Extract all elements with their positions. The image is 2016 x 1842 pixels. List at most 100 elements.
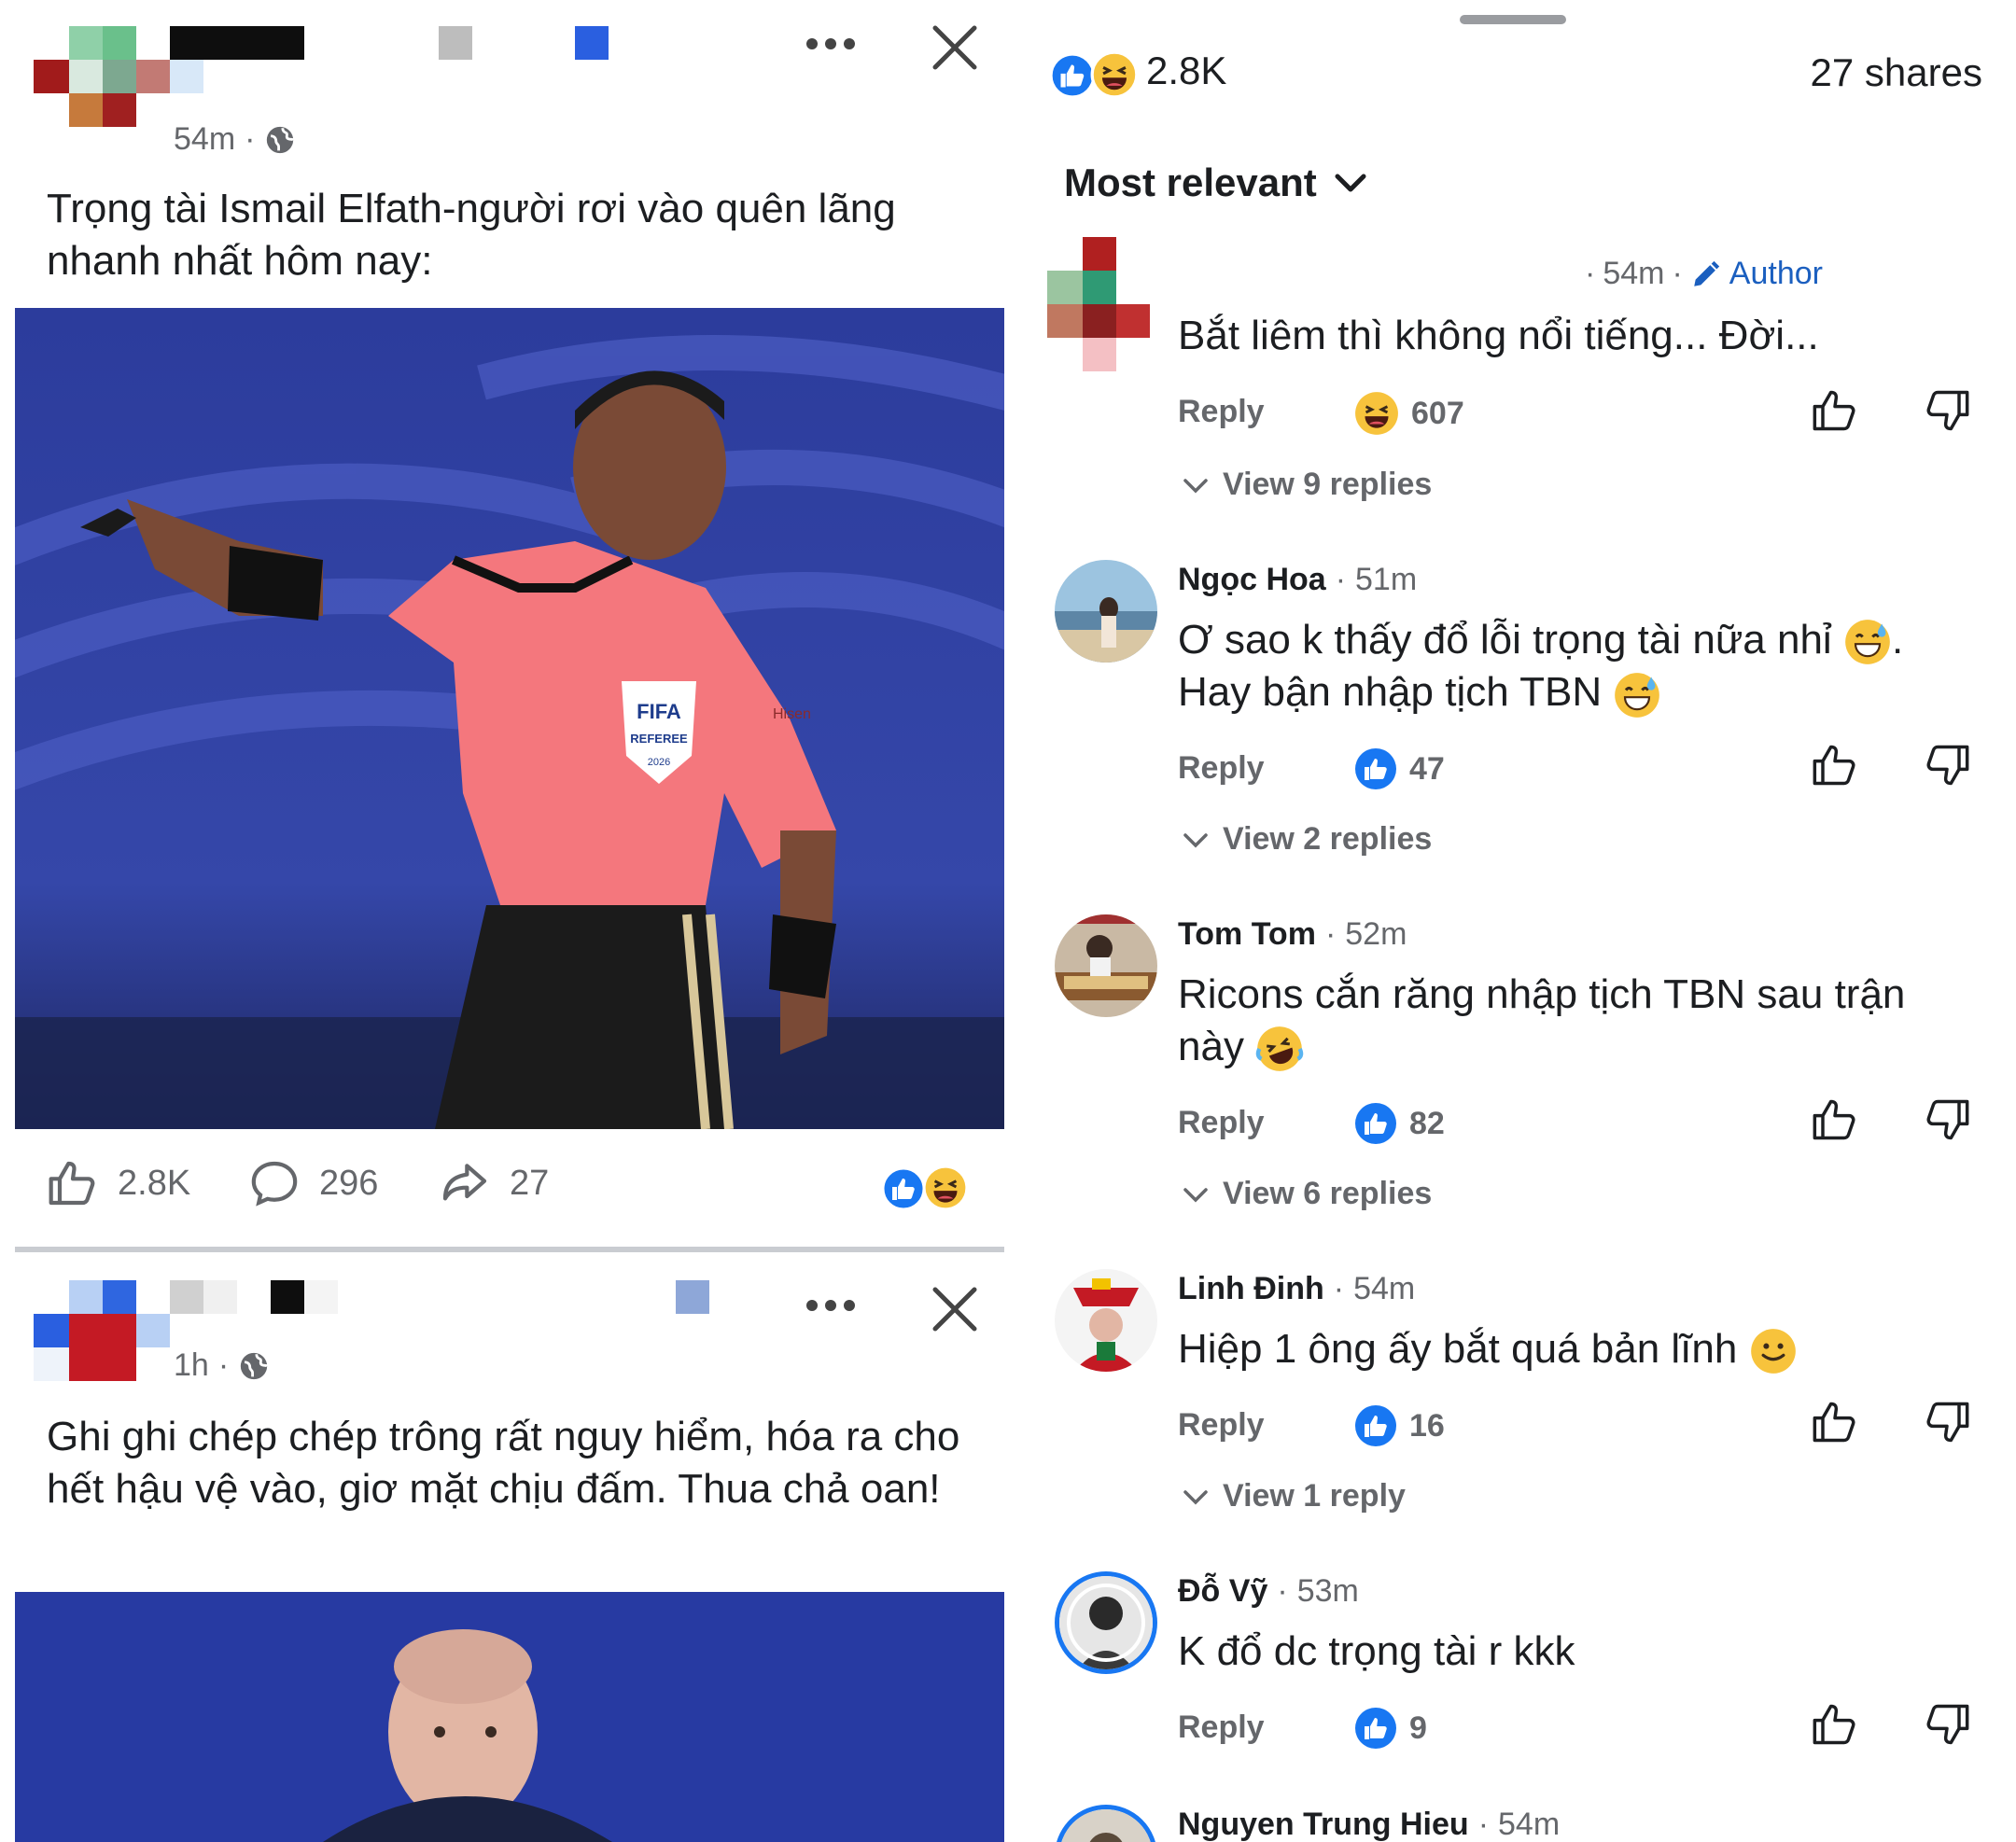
avatar-photo <box>1055 560 1157 663</box>
thumbs-down-icon[interactable] <box>1923 386 1971 435</box>
post1-redacted-block-blue <box>575 26 609 60</box>
view-replies-label: View 6 replies <box>1223 1176 1433 1211</box>
reply-button[interactable]: Reply <box>1178 1407 1265 1444</box>
post1-meta: 54m · <box>174 121 296 158</box>
reaction-count: 16 <box>1409 1407 1445 1444</box>
thumbs-up-icon[interactable] <box>1811 1095 1859 1144</box>
reaction-count: 2.8K <box>1146 49 1227 92</box>
comment-avatar[interactable] <box>1055 1269 1157 1372</box>
comment-reactions[interactable]: 47 <box>1353 747 1445 791</box>
post1-name-redacted[interactable] <box>170 26 304 60</box>
reaction-count: 47 <box>1409 750 1445 787</box>
more-options-icon[interactable] <box>803 32 859 56</box>
close-icon[interactable] <box>930 22 980 73</box>
comment-avatar[interactable] <box>1055 914 1157 1017</box>
comment-text-line2: Hay bận nhập tịch TBN <box>1178 669 1603 716</box>
comment-text: K đổ dc trọng tài r kkk <box>1178 1628 1575 1674</box>
avatar-photo <box>1059 1809 1153 1842</box>
comment-avatar[interactable] <box>1055 1571 1157 1674</box>
comment-avatar[interactable] <box>1055 560 1157 663</box>
commenter-name[interactable]: Đỗ Vỹ <box>1178 1573 1267 1610</box>
post1-text: Trọng tài Ismail Elfath-người rơi vào qu… <box>47 186 896 284</box>
comment-5: Đỗ Vỹ · 53m K đổ dc trọng tài r kkk Repl… <box>1021 1568 2016 1782</box>
sort-dropdown[interactable]: Most relevant <box>1064 160 1369 205</box>
comment-reactions[interactable]: 607 <box>1353 390 1464 437</box>
avatar-photo <box>1055 914 1157 1017</box>
post1-redacted-block <box>439 26 472 60</box>
reactions-summary[interactable]: 2.8K <box>1049 49 1227 99</box>
more-options-icon[interactable] <box>803 1293 859 1318</box>
grinning-sweat-emoji <box>1845 620 1890 665</box>
comment-4: Linh Đinh · 54m Hiệp 1 ông ấy bắt quá bả… <box>1021 1265 2016 1568</box>
comment-3: Tom Tom · 52m Ricons cắn răng nhập tịch … <box>1021 911 2016 1265</box>
reply-button[interactable]: Reply <box>1178 1709 1265 1746</box>
close-icon[interactable] <box>930 1284 980 1334</box>
comment-avatar[interactable] <box>1055 1805 1157 1842</box>
comment-text-line1: Ricons cắn răng nhập tịch TBN sau trận <box>1178 971 1906 1017</box>
comment-reactions[interactable]: 82 <box>1353 1101 1445 1146</box>
avatar-photo <box>1059 1576 1153 1669</box>
comment-time: 54m <box>1353 1271 1416 1306</box>
like-reaction-icon <box>1355 1405 1396 1446</box>
haha-reaction-icon <box>922 1165 969 1211</box>
comment-time: 51m <box>1355 562 1418 597</box>
post1-reaction-icons[interactable] <box>881 1165 974 1211</box>
comment-reactions[interactable]: 16 <box>1353 1403 1445 1448</box>
comment-avatar-redacted[interactable] <box>1047 237 1152 371</box>
post2-text: Ghi ghi chép chép trông rất nguy hiểm, h… <box>47 1414 960 1512</box>
chevron-down-icon <box>1335 174 1366 192</box>
comment-reactions[interactable]: 9 <box>1353 1706 1427 1751</box>
thumbs-down-icon[interactable] <box>1923 1398 1971 1446</box>
badge-referee-text: REFEREE <box>630 732 688 746</box>
comment-header: Tom Tom · 52m <box>1178 916 1407 953</box>
post2-photo[interactable] <box>15 1592 1004 1842</box>
thumbs-down-icon[interactable] <box>1923 741 1971 789</box>
comment-text: Ơ sao k thấy đổ lỗi trọng tài nữa nhỉ . … <box>1178 614 1962 719</box>
thumbs-down-icon[interactable] <box>1923 1095 1971 1144</box>
thumbs-up-icon[interactable] <box>1811 386 1859 435</box>
comment-text-line2: này <box>1178 1024 1244 1069</box>
like-button[interactable]: 2.8K <box>47 1157 190 1209</box>
comment-text-line1: Hiệp 1 ông ấy bắt quá bản lĩnh <box>1178 1326 1738 1372</box>
view-replies[interactable]: View 2 replies <box>1182 821 1432 858</box>
comment-text-line1: Ơ sao k thấy đổ lỗi trọng tài nữa nhỉ <box>1178 617 1832 663</box>
view-replies[interactable]: View 6 replies <box>1182 1176 1432 1212</box>
comment-button[interactable]: 296 <box>248 1157 378 1209</box>
post1-photo[interactable]: FIFA REFEREE 2026 Hisen <box>15 308 1004 1129</box>
post2-time: 1h <box>174 1347 209 1383</box>
reply-button[interactable]: Reply <box>1178 750 1265 787</box>
comment-1: · 54m · Author Bắt liêm thì không nổi ti… <box>1021 233 2016 541</box>
commenter-name[interactable]: Nguyen Trung Hieu <box>1178 1807 1469 1842</box>
reply-button[interactable]: Reply <box>1178 394 1265 430</box>
view-replies[interactable]: View 9 replies <box>1182 467 1432 503</box>
chevron-down-icon <box>1183 1187 1208 1202</box>
post1-time: 54m <box>174 121 236 157</box>
commenter-name[interactable]: Ngọc Hoa <box>1178 562 1326 598</box>
share-button[interactable]: 27 <box>439 1157 549 1209</box>
globe-icon <box>240 1352 269 1379</box>
post2-name-redacted[interactable] <box>170 1280 338 1314</box>
comment-icon <box>251 1161 298 1207</box>
thumbs-up-icon[interactable] <box>1811 1398 1859 1446</box>
view-replies[interactable]: View 1 reply <box>1182 1478 1406 1514</box>
sponsor-text: Hisen <box>773 706 811 722</box>
post-divider <box>15 1247 1004 1252</box>
like-reaction-icon <box>1049 52 1096 99</box>
like-reaction-icon <box>881 1166 926 1211</box>
post1-avatar[interactable] <box>34 26 203 129</box>
thumbs-down-icon[interactable] <box>1923 1700 1971 1749</box>
view-replies-label: View 9 replies <box>1223 467 1433 502</box>
commenter-name[interactable]: Linh Đinh <box>1178 1271 1324 1307</box>
thumbs-up-icon[interactable] <box>1811 741 1859 789</box>
like-icon <box>49 1161 95 1206</box>
commenter-name[interactable]: Tom Tom <box>1178 916 1316 953</box>
sheet-drag-handle[interactable] <box>1460 15 1566 24</box>
comment-time: 52m <box>1345 916 1407 952</box>
post2-avatar[interactable] <box>34 1280 174 1383</box>
reply-button[interactable]: Reply <box>1178 1105 1265 1141</box>
reaction-count: 607 <box>1411 395 1464 431</box>
thumbs-up-icon[interactable] <box>1811 1700 1859 1749</box>
comment-time: 54m <box>1498 1807 1561 1842</box>
share-count[interactable]: 27 shares <box>1811 50 1982 95</box>
comments-sheet: 2.8K 27 shares Most relevant · 54m · Aut… <box>1021 0 2016 1842</box>
